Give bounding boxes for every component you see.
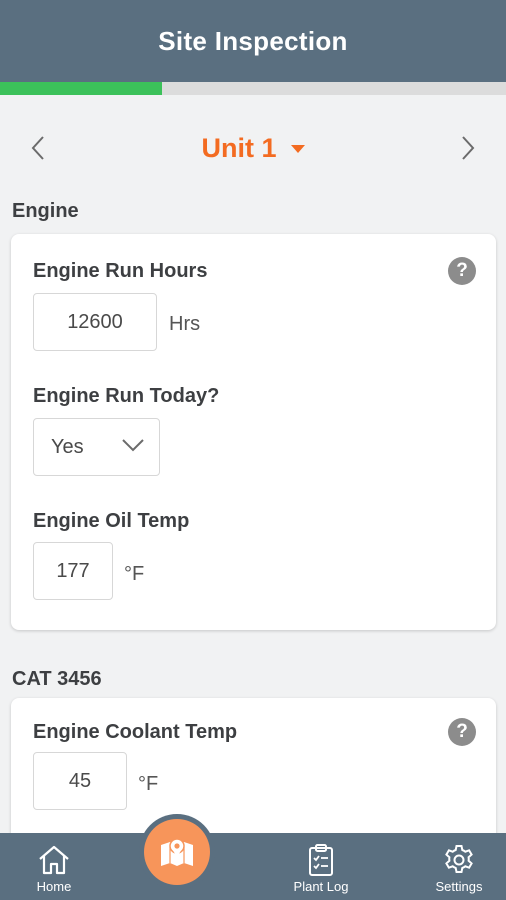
- section-title-engine: Engine: [12, 200, 79, 222]
- engine-run-hours-label: Engine Run Hours: [33, 260, 208, 282]
- tab-plant-log[interactable]: Plant Log: [285, 833, 357, 900]
- help-icon[interactable]: ?: [448, 257, 476, 285]
- chevron-down-icon: [122, 439, 144, 452]
- engine-card: Engine Run Hours ? 12600 Hrs Engine Run …: [11, 234, 496, 630]
- engine-oil-temp-input[interactable]: 177: [33, 542, 113, 600]
- unit-name: Unit 1: [201, 132, 277, 163]
- oil-temp-unit-label: °F: [124, 563, 145, 585]
- tab-home[interactable]: Home: [24, 833, 84, 900]
- tab-label: Home: [36, 879, 72, 894]
- engine-coolant-temp-label: Engine Coolant Temp: [33, 721, 238, 743]
- tab-settings[interactable]: Settings: [428, 833, 490, 900]
- next-unit-button[interactable]: [448, 128, 488, 168]
- page-title: Site Inspection: [158, 25, 348, 56]
- map-pin-icon: [161, 838, 193, 866]
- app-header: Site Inspection: [0, 0, 506, 82]
- progress-bar: [0, 82, 506, 95]
- unit-navigator: Unit 1: [0, 118, 506, 178]
- hours-unit-label: Hrs: [169, 313, 201, 335]
- engine-coolant-temp-input[interactable]: 45: [33, 752, 127, 810]
- engine-run-today-label: Engine Run Today?: [33, 385, 220, 407]
- engine-oil-temp-label: Engine Oil Temp: [33, 510, 190, 532]
- tab-label: Settings: [435, 879, 483, 894]
- clipboard-icon: [309, 844, 333, 876]
- engine-run-hours-input[interactable]: 12600: [33, 293, 157, 351]
- unit-dropdown[interactable]: Unit 1: [0, 118, 506, 178]
- chevron-right-icon: [462, 136, 475, 160]
- coolant-temp-unit-label: °F: [138, 773, 159, 795]
- progress-fill: [0, 82, 162, 95]
- home-icon: [39, 845, 69, 875]
- gear-icon: [445, 845, 473, 873]
- tab-label: Plant Log: [293, 879, 349, 894]
- engine-run-today-select[interactable]: Yes: [33, 418, 160, 476]
- section-title-cat-3456: CAT 3456: [12, 668, 102, 690]
- engine-run-today-value: Yes: [51, 436, 84, 458]
- caret-down-icon: [290, 145, 305, 153]
- bottom-tab-bar: Home Plant Log Settings: [0, 833, 506, 900]
- help-icon[interactable]: ?: [448, 718, 476, 746]
- map-button[interactable]: [144, 819, 210, 885]
